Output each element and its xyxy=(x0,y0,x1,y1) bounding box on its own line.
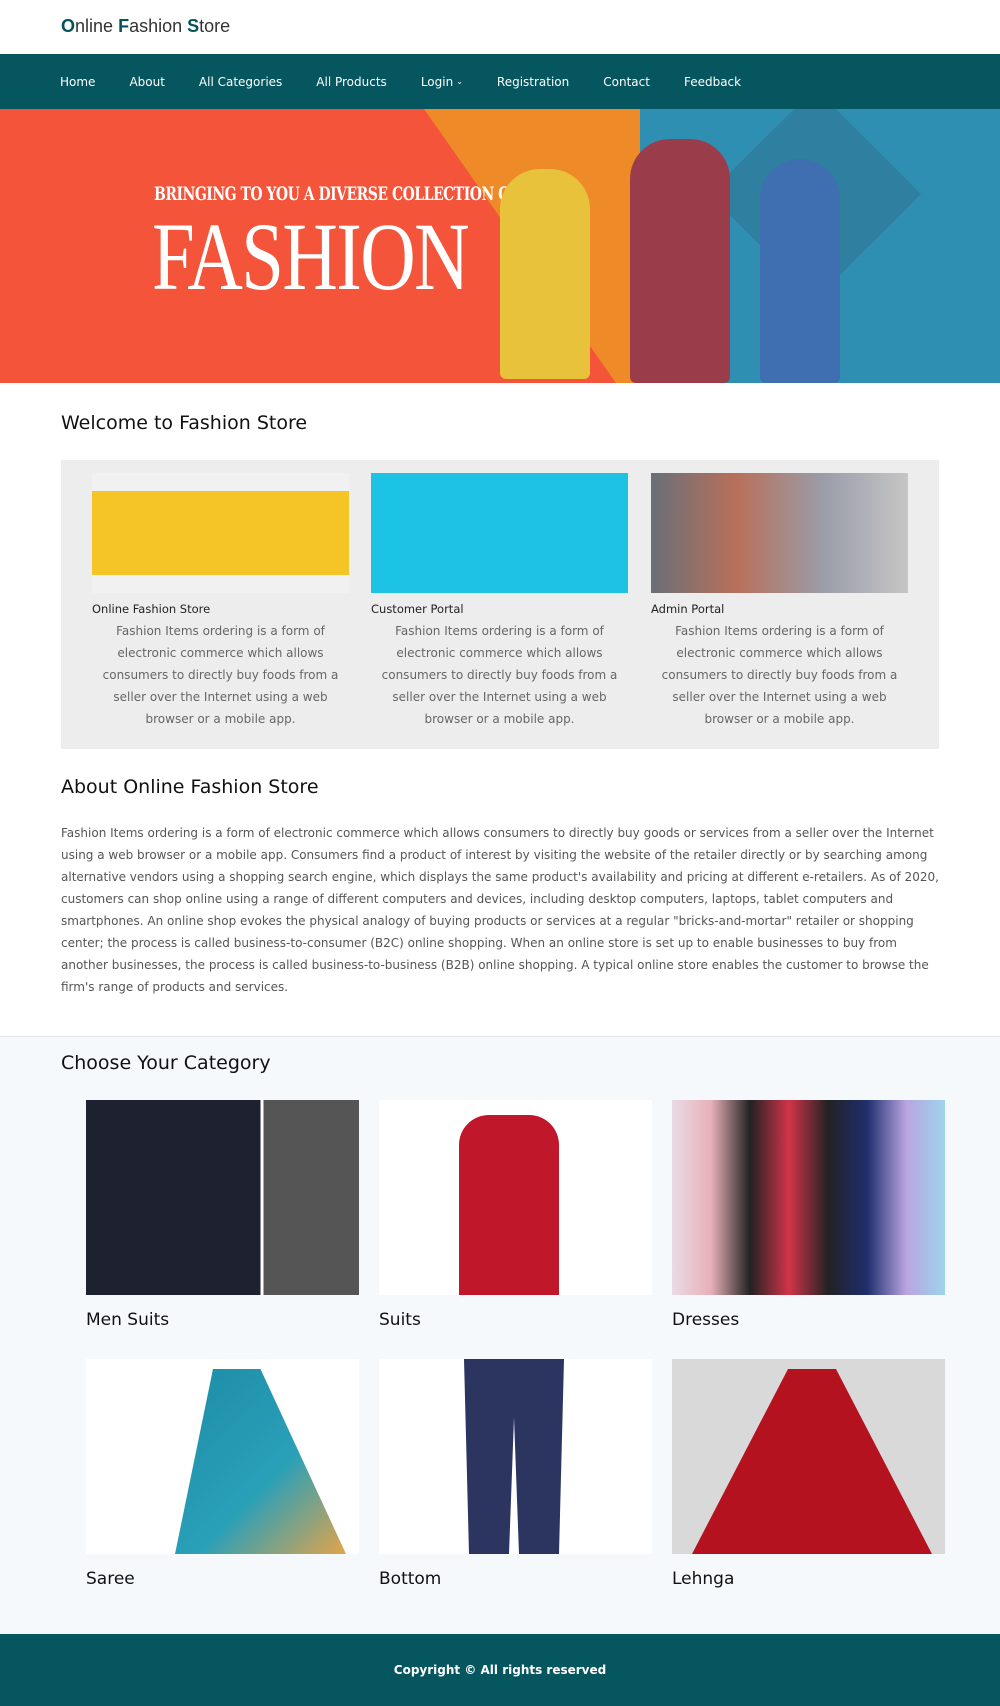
customer-portal-image xyxy=(371,473,628,593)
banner-woman-image xyxy=(760,159,840,383)
category-dresses[interactable]: Dresses xyxy=(672,1100,945,1330)
main-nav: Home About All Categories All Products L… xyxy=(0,54,1000,109)
admin-portal-image xyxy=(651,473,908,593)
coming-soon-image xyxy=(92,473,349,593)
card-text: Fashion Items ordering is a form of elec… xyxy=(102,624,339,726)
nav-login-label: Login xyxy=(420,74,454,89)
chevron-down-icon: ⌄ xyxy=(456,77,463,86)
men-suits-image xyxy=(86,1100,359,1295)
card-admin-portal: Admin Portal Fashion Items ordering is a… xyxy=(651,473,908,730)
card-title: Online Fashion Store xyxy=(92,602,211,616)
welcome-heading: Welcome to Fashion Store xyxy=(61,412,308,434)
card-customer-portal: Customer Portal Fashion Items ordering i… xyxy=(371,473,628,730)
category-label: Saree xyxy=(86,1569,135,1589)
card-online-store: Online Fashion Store Fashion Items order… xyxy=(92,473,349,730)
card-title: Admin Portal xyxy=(651,602,725,616)
nav-feedback[interactable]: Feedback xyxy=(684,75,741,89)
lehnga-image xyxy=(672,1359,945,1554)
hero-banner: BRINGING TO YOU A DIVERSE COLLECTION OF … xyxy=(0,109,1000,383)
card-title: Customer Portal xyxy=(371,602,464,616)
category-label: Dresses xyxy=(672,1310,740,1330)
category-bottom[interactable]: Bottom xyxy=(379,1359,652,1589)
copyright-text: Copyright © All rights reserved xyxy=(393,1663,607,1677)
category-heading: Choose Your Category xyxy=(61,1052,271,1074)
nav-all-products[interactable]: All Products xyxy=(316,75,387,89)
site-brand[interactable]: Online Fashion Store xyxy=(61,16,230,37)
suits-image xyxy=(379,1100,652,1295)
dresses-image xyxy=(672,1100,945,1295)
banner-title: FASHION xyxy=(152,203,470,310)
nav-registration[interactable]: Registration xyxy=(497,75,569,89)
footer: Copyright © All rights reserved xyxy=(0,1634,1000,1706)
category-label: Men Suits xyxy=(86,1310,170,1330)
about-heading: About Online Fashion Store xyxy=(61,776,319,798)
nav-home[interactable]: Home xyxy=(60,75,95,89)
bottom-image xyxy=(379,1359,652,1554)
category-label: Suits xyxy=(379,1310,421,1330)
banner-man-image xyxy=(630,139,730,383)
category-saree[interactable]: Saree xyxy=(86,1359,359,1589)
nav-all-categories[interactable]: All Categories xyxy=(199,75,282,89)
category-lehnga[interactable]: Lehnga xyxy=(672,1359,945,1589)
category-label: Bottom xyxy=(379,1569,442,1589)
category-suits[interactable]: Suits xyxy=(379,1100,652,1330)
nav-about[interactable]: About xyxy=(129,75,164,89)
nav-login[interactable]: Login ⌄ xyxy=(421,75,463,89)
about-text: Fashion Items ordering is a form of elec… xyxy=(61,826,939,994)
category-men-suits[interactable]: Men Suits xyxy=(86,1100,359,1330)
welcome-cards: Online Fashion Store Fashion Items order… xyxy=(61,460,939,749)
card-text: Fashion Items ordering is a form of elec… xyxy=(381,624,618,726)
category-section: Choose Your Category Men Suits Suits Dre… xyxy=(0,1036,1000,1634)
banner-kids-image xyxy=(500,169,590,379)
card-text: Fashion Items ordering is a form of elec… xyxy=(661,624,898,726)
saree-image xyxy=(86,1359,359,1554)
nav-contact[interactable]: Contact xyxy=(603,75,650,89)
category-label: Lehnga xyxy=(672,1569,735,1589)
